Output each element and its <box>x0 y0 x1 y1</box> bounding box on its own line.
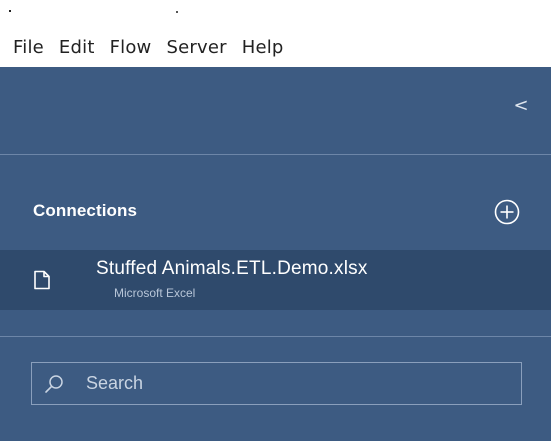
connections-heading: Connections <box>33 201 138 220</box>
connection-item[interactable]: Stuffed Animals.ETL.Demo.xlsx Microsoft … <box>0 250 551 310</box>
divider <box>0 154 551 155</box>
file-icon <box>34 270 50 290</box>
menu-flow[interactable]: Flow <box>110 37 152 58</box>
search-box <box>31 362 522 405</box>
menu-edit[interactable]: Edit <box>59 37 95 58</box>
add-connection-button[interactable] <box>493 198 521 226</box>
menu-server[interactable]: Server <box>166 37 226 58</box>
connection-name: Stuffed Animals.ETL.Demo.xlsx <box>96 258 368 279</box>
window-glyph <box>9 10 11 12</box>
menu-file[interactable]: File <box>13 37 44 58</box>
window-glyph <box>176 11 178 13</box>
plus-circle-icon <box>494 199 520 225</box>
connections-pane: < Connections Stuffed Animals.ETL.Demo.x… <box>0 67 551 441</box>
menu-bar: File Edit Flow Server Help <box>0 27 551 67</box>
collapse-pane-button[interactable]: < <box>513 95 529 117</box>
title-bar <box>0 0 551 27</box>
menu-help[interactable]: Help <box>242 37 284 58</box>
search-icon <box>45 375 63 393</box>
search-input[interactable] <box>86 363 506 404</box>
connection-type: Microsoft Excel <box>114 286 196 300</box>
pane-header: < <box>0 67 551 154</box>
divider <box>0 336 551 337</box>
